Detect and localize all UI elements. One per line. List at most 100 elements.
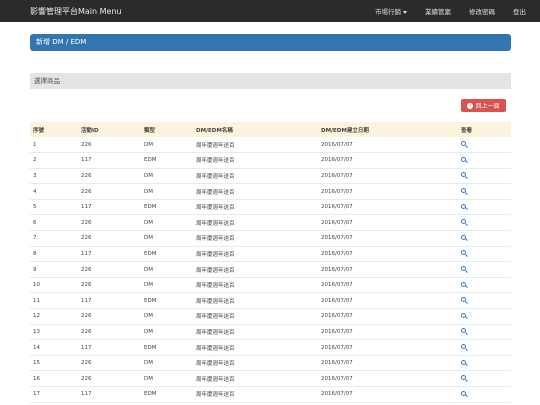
cell-seq: 6 <box>33 219 37 226</box>
search-icon[interactable] <box>461 359 466 365</box>
cell-id: 226 <box>81 188 92 195</box>
search-icon[interactable] <box>461 281 466 287</box>
page-title: 新增 DM / EDM <box>30 34 511 51</box>
cell-view <box>458 387 511 403</box>
table-body: 1 226 DM 周年慶週年送百 2016/07/07 2 117 EDM 周年慶週年送百 201… <box>30 137 511 403</box>
search-icon[interactable] <box>461 266 466 272</box>
cell-view <box>458 137 511 153</box>
cell-name: 周年慶週年送百 <box>196 392 235 399</box>
cell-date: 2016/07/07 <box>321 328 353 335</box>
table-row: 15 226 DM 周年慶週年送百 2016/07/07 <box>30 355 511 371</box>
cell-date: 2016/07/07 <box>321 188 353 195</box>
cell-type: DM <box>144 141 153 148</box>
cell-seq: 5 <box>33 204 37 211</box>
search-icon[interactable] <box>461 344 466 350</box>
table-row: 14 117 EDM 周年慶週年送百 2016/07/07 <box>30 340 511 356</box>
cell-type: EDM <box>144 250 157 257</box>
header-view: 查看 <box>461 127 473 134</box>
cell-date: 2016/07/07 <box>321 282 353 289</box>
table-row: 2 117 EDM 周年慶週年送百 2016/07/07 <box>30 153 511 169</box>
cell-seq: 4 <box>33 188 37 195</box>
cell-name: 周年慶週年送百 <box>196 376 235 383</box>
search-icon[interactable] <box>461 234 466 240</box>
back-button[interactable]: ‹ 回上一頁 <box>461 99 506 112</box>
table-row: 12 226 DM 周年慶週年送百 2016/07/07 <box>30 309 511 325</box>
search-icon[interactable] <box>461 172 466 178</box>
header-type: 類型 <box>144 127 156 134</box>
search-icon[interactable] <box>461 219 466 225</box>
table-row: 16 226 DM 周年慶週年送百 2016/07/07 <box>30 371 511 387</box>
cell-view <box>458 277 511 293</box>
cell-id: 226 <box>81 266 92 273</box>
cell-id: 226 <box>81 282 92 289</box>
brand-link[interactable]: 影響管理平台Main Menu <box>30 6 122 17</box>
search-icon[interactable] <box>461 203 466 209</box>
cell-type: EDM <box>144 344 157 351</box>
cell-type: DM <box>144 282 153 289</box>
table-header-row: 序號 活動ID 類型 DM/EDM名稱 DM/EDM建立日期 查看 <box>30 122 511 137</box>
cell-id: 117 <box>81 297 92 304</box>
cell-date: 2016/07/07 <box>321 266 353 273</box>
search-icon[interactable] <box>461 156 466 162</box>
search-icon[interactable] <box>461 390 466 396</box>
cell-view <box>458 371 511 387</box>
cell-date: 2016/07/07 <box>321 360 353 367</box>
cell-seq: 15 <box>33 360 40 367</box>
cell-type: EDM <box>144 204 157 211</box>
search-icon[interactable] <box>461 188 466 194</box>
search-icon[interactable] <box>461 297 466 303</box>
cell-seq: 14 <box>33 344 40 351</box>
search-icon[interactable] <box>461 312 466 318</box>
cell-view <box>458 246 511 262</box>
product-table: 序號 活動ID 類型 DM/EDM名稱 DM/EDM建立日期 查看 1 226 DM… <box>30 122 511 403</box>
table-row: 17 117 EDM 周年慶週年送百 2016/07/07 <box>30 387 511 403</box>
cell-id: 226 <box>81 375 92 382</box>
cell-id: 117 <box>81 157 92 164</box>
cell-seq: 16 <box>33 375 40 382</box>
nav-item-marketing[interactable]: 市場行銷 <box>375 6 407 16</box>
cell-view <box>458 324 511 340</box>
cell-name: 周年慶週年送百 <box>196 283 235 290</box>
cell-type: DM <box>144 266 153 273</box>
cell-type: DM <box>144 313 153 320</box>
cell-seq: 17 <box>33 391 40 398</box>
cell-id: 226 <box>81 141 92 148</box>
table-row: 10 226 DM 周年慶週年送百 2016/07/07 <box>30 277 511 293</box>
cell-date: 2016/07/07 <box>321 219 353 226</box>
cell-id: 226 <box>81 360 92 367</box>
cell-date: 2016/07/07 <box>321 250 353 257</box>
cell-id: 226 <box>81 172 92 179</box>
cell-id: 226 <box>81 313 92 320</box>
nav-item-performance[interactable]: 業績管案 <box>425 6 451 16</box>
cell-date: 2016/07/07 <box>321 313 353 320</box>
cell-name: 周年慶週年送百 <box>196 361 235 368</box>
cell-date: 2016/07/07 <box>321 344 353 351</box>
nav-item-logout[interactable]: 登出 <box>513 6 526 16</box>
cell-date: 2016/07/07 <box>321 157 353 164</box>
top-navbar: 影響管理平台Main Menu 市場行銷 業績管案 修改密碼 登出 <box>0 0 540 22</box>
cell-name: 周年慶週年送百 <box>196 251 235 258</box>
cell-view <box>458 184 511 200</box>
cell-name: 周年慶週年送百 <box>196 236 235 243</box>
header-name: DM/EDM名稱 <box>196 127 233 134</box>
cell-date: 2016/07/07 <box>321 391 353 398</box>
cell-date: 2016/07/07 <box>321 297 353 304</box>
table-row: 4 226 DM 周年慶週年送百 2016/07/07 <box>30 184 511 200</box>
search-icon[interactable] <box>461 250 466 256</box>
table-row: 3 226 DM 周年慶週年送百 2016/07/07 <box>30 168 511 184</box>
cell-type: DM <box>144 172 153 179</box>
nav-item-change-password[interactable]: 修改密碼 <box>469 6 495 16</box>
cell-date: 2016/07/07 <box>321 235 353 242</box>
cell-seq: 12 <box>33 313 40 320</box>
cell-view <box>458 231 511 247</box>
search-icon[interactable] <box>461 141 466 147</box>
cell-view <box>458 168 511 184</box>
cell-name: 周年慶週年送百 <box>196 345 235 352</box>
cell-name: 周年慶週年送百 <box>196 158 235 165</box>
section-title: 選擇商品 <box>30 73 511 89</box>
cell-date: 2016/07/07 <box>321 204 353 211</box>
search-icon[interactable] <box>461 375 466 381</box>
cell-view <box>458 309 511 325</box>
search-icon[interactable] <box>461 328 466 334</box>
cell-name: 周年慶週年送百 <box>196 220 235 227</box>
